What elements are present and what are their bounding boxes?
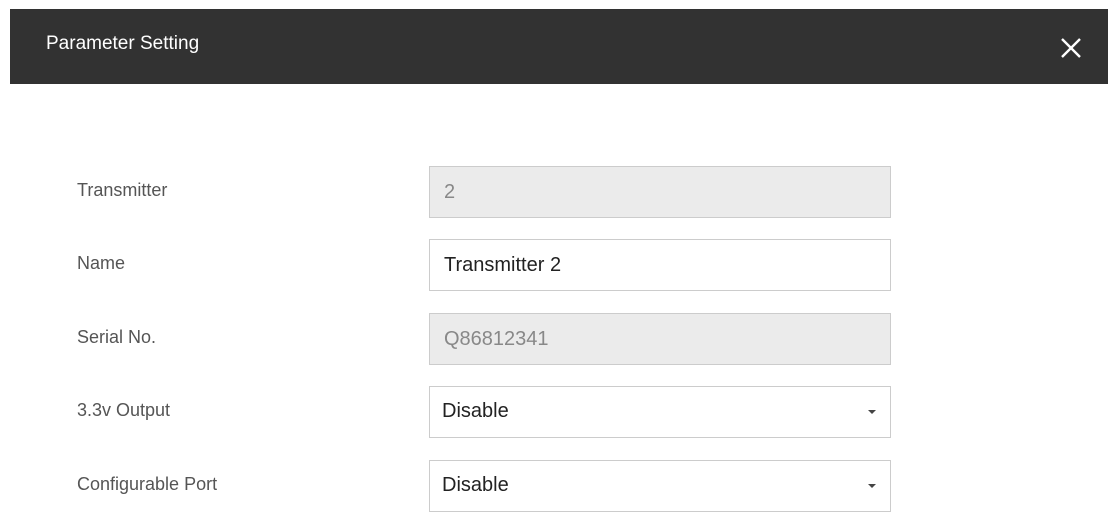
output-33v-selected: Disable — [442, 400, 509, 422]
output-33v-label: 3.3v Output — [77, 400, 171, 420]
chevron-down-icon — [868, 410, 876, 414]
output-33v-select[interactable]: Disable — [429, 386, 891, 438]
configurable-port-row: Configurable Port Disable — [0, 460, 1108, 512]
chevron-down-icon — [868, 484, 876, 488]
output-33v-row: 3.3v Output Disable — [0, 386, 1108, 438]
serial-field: Q86812341 — [429, 313, 891, 365]
dialog-titlebar: Parameter Setting — [10, 9, 1108, 84]
serial-row: Serial No. Q86812341 — [0, 313, 1108, 365]
close-icon[interactable] — [1056, 33, 1086, 63]
configurable-port-label: Configurable Port — [77, 474, 218, 494]
transmitter-value: 2 — [444, 181, 456, 203]
serial-label: Serial No. — [77, 327, 157, 347]
configurable-port-selected: Disable — [442, 474, 509, 496]
serial-value: Q86812341 — [444, 328, 549, 350]
transmitter-row: Transmitter 2 — [0, 166, 1108, 218]
transmitter-field: 2 — [429, 166, 891, 218]
transmitter-label: Transmitter — [77, 180, 168, 200]
dialog-title: Parameter Setting — [46, 33, 200, 54]
configurable-port-select[interactable]: Disable — [429, 460, 891, 512]
name-label: Name — [77, 253, 126, 273]
name-input[interactable] — [429, 239, 891, 291]
name-row: Name — [0, 239, 1108, 291]
parameter-setting-dialog: Parameter Setting Transmitter 2 Name Ser… — [0, 0, 1108, 526]
